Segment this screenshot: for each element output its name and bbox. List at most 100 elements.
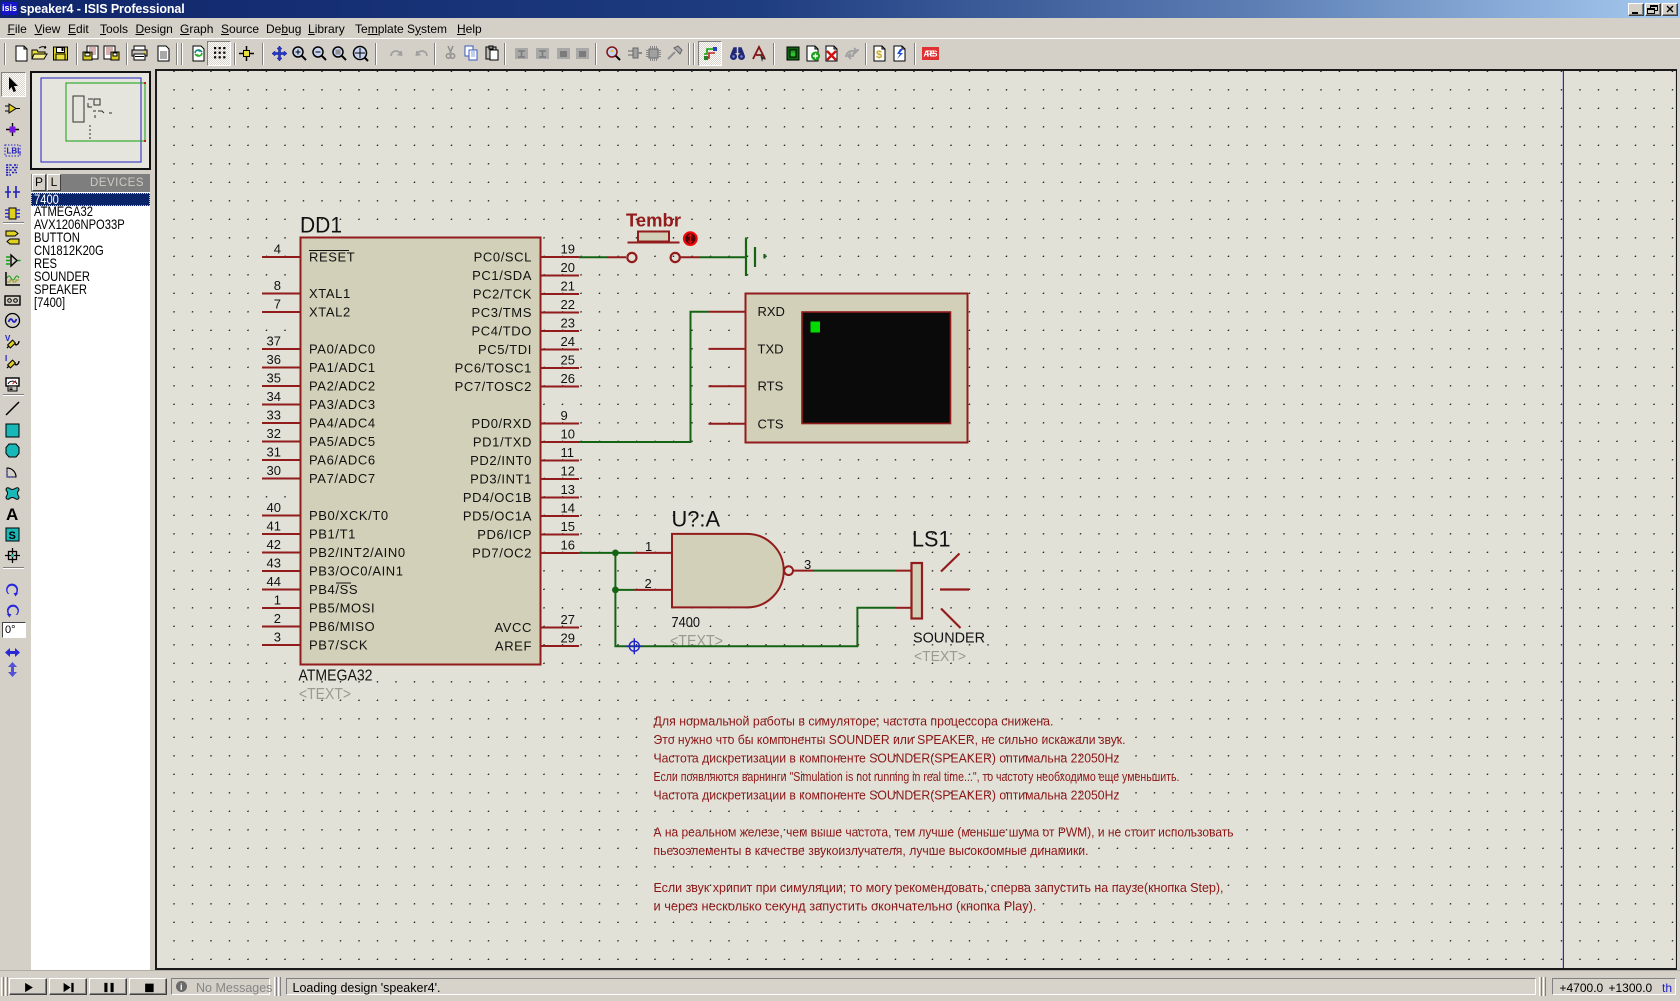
svg-text:PA7/ADC7: PA7/ADC7 <box>309 471 376 486</box>
svg-text:XTAL1: XTAL1 <box>309 286 351 301</box>
svg-text:13: 13 <box>561 482 575 497</box>
svg-text:XTAL2: XTAL2 <box>309 305 351 320</box>
svg-text:пьезоэлементы в качестве звуко: пьезоэлементы в качестве звукоизлучателя… <box>654 843 1089 858</box>
svg-text:PB1/T1: PB1/T1 <box>309 527 356 542</box>
svg-text:40: 40 <box>267 500 281 515</box>
svg-text:PC1/SDA: PC1/SDA <box>472 268 532 283</box>
svg-text:32: 32 <box>267 426 281 441</box>
svg-text:19: 19 <box>561 242 575 257</box>
svg-text:3: 3 <box>274 630 281 645</box>
svg-text:<TEXT>: <TEXT> <box>914 649 966 665</box>
svg-text:PB7/SCK: PB7/SCK <box>309 638 368 653</box>
svg-text:A: A <box>6 505 18 522</box>
svg-text:SOUNDER: SOUNDER <box>913 631 985 647</box>
svg-text:LBL: LBL <box>7 147 22 156</box>
svg-text:PC6/TOSC1: PC6/TOSC1 <box>455 361 532 376</box>
svg-text:PB3/OC0/AIN1: PB3/OC0/AIN1 <box>309 564 404 579</box>
svg-text:U?:A: U?:A <box>672 507 721 532</box>
svg-text:2: 2 <box>645 576 652 591</box>
svg-text:2: 2 <box>274 611 281 626</box>
svg-text:PB5/MOSI: PB5/MOSI <box>309 601 375 616</box>
svg-text:25: 25 <box>561 353 575 368</box>
svg-text:PC3/TMS: PC3/TMS <box>471 305 532 320</box>
svg-text:PA2/ADC2: PA2/ADC2 <box>309 379 376 394</box>
svg-text:PC7/TOSC2: PC7/TOSC2 <box>455 379 532 394</box>
svg-text:RXD: RXD <box>758 304 785 319</box>
svg-text:23: 23 <box>561 316 575 331</box>
svg-text:Частота дискретизации в компон: Частота дискретизации в компоненте SOUND… <box>654 788 1120 803</box>
svg-text:44: 44 <box>267 574 281 589</box>
svg-text:PC2/TCK: PC2/TCK <box>473 287 532 302</box>
svg-text:ARES: ARES <box>924 50 939 59</box>
svg-text:PD0/RXD: PD0/RXD <box>471 416 532 431</box>
svg-text:16: 16 <box>561 538 575 553</box>
svg-text:24: 24 <box>561 334 575 349</box>
svg-text:12: 12 <box>561 464 575 479</box>
svg-text:Если появляются варнинги "Simu: Если появляются варнинги "Simulation is … <box>654 769 1180 784</box>
svg-text:Это нужно что бы компоненты SO: Это нужно что бы компоненты SOUNDER или … <box>654 732 1126 747</box>
svg-text:и через несколько секунд запус: и через несколько секунд запустить оконч… <box>654 899 1037 914</box>
svg-text:22: 22 <box>561 297 575 312</box>
svg-text:11: 11 <box>561 445 575 460</box>
svg-text:RTS: RTS <box>758 379 784 394</box>
svg-text:26: 26 <box>561 371 575 386</box>
svg-text:20: 20 <box>561 260 575 275</box>
svg-text:Tembr: Tembr <box>626 209 681 230</box>
svg-text:Если звук хрипит при симуляции: Если звук хрипит при симуляции; то могу … <box>654 880 1224 895</box>
svg-text:PA3/ADC3: PA3/ADC3 <box>309 397 376 412</box>
svg-text:31: 31 <box>267 445 281 460</box>
svg-text:А на реальном железе, чем выше: А на реальном железе, чем выше частота, … <box>654 825 1234 840</box>
svg-text:PD3/INT1: PD3/INT1 <box>470 472 532 487</box>
svg-text:Частота дискретизации в компон: Частота дискретизации в компоненте SOUND… <box>654 751 1120 766</box>
svg-text:PA4/ADC4: PA4/ADC4 <box>309 416 376 431</box>
svg-text:PC5/TDI: PC5/TDI <box>478 342 532 357</box>
svg-text:14: 14 <box>561 501 575 516</box>
svg-text:I: I <box>5 354 7 363</box>
svg-text:PD4/OC1B: PD4/OC1B <box>463 490 532 505</box>
svg-text:TXD: TXD <box>758 341 784 356</box>
svg-text:V: V <box>5 334 11 343</box>
svg-text:43: 43 <box>267 556 281 571</box>
svg-text:PD2/INT0: PD2/INT0 <box>470 453 532 468</box>
svg-text:PA5/ADC5: PA5/ADC5 <box>309 434 376 449</box>
svg-text:7: 7 <box>274 297 281 312</box>
svg-text:<TEXT>: <TEXT> <box>299 686 351 703</box>
svg-text:21: 21 <box>561 279 575 294</box>
svg-text:PA1/ADC1: PA1/ADC1 <box>309 360 376 375</box>
svg-text:29: 29 <box>561 631 575 646</box>
svg-text:PB0/XCK/T0: PB0/XCK/T0 <box>309 508 389 523</box>
svg-text:37: 37 <box>267 334 281 349</box>
svg-text:15: 15 <box>561 519 575 534</box>
svg-text:PD5/OC1A: PD5/OC1A <box>463 509 532 524</box>
svg-text:3: 3 <box>804 557 811 572</box>
svg-text:4: 4 <box>274 242 281 257</box>
svg-text:27: 27 <box>561 612 575 627</box>
svg-text:PB4/SS: PB4/SS <box>309 582 358 597</box>
svg-text:34: 34 <box>267 389 281 404</box>
svg-text:36: 36 <box>267 352 281 367</box>
svg-text:RESET: RESET <box>309 250 355 265</box>
svg-text:33: 33 <box>267 408 281 423</box>
svg-text:AVCC: AVCC <box>494 620 532 635</box>
svg-text:$: $ <box>876 49 882 61</box>
svg-text:8: 8 <box>274 278 281 293</box>
svg-text:Для нормальной работы в симуля: Для нормальной работы в симуляторе; част… <box>654 714 1054 729</box>
svg-text:42: 42 <box>267 537 281 552</box>
svg-text:10: 10 <box>561 427 575 442</box>
svg-text:i: i <box>180 982 183 992</box>
svg-text:AREF: AREF <box>495 639 532 654</box>
svg-text:1: 1 <box>645 539 652 554</box>
svg-text:35: 35 <box>267 371 281 386</box>
svg-text:LS1: LS1 <box>912 527 951 552</box>
svg-text:PD6/ICP: PD6/ICP <box>477 527 532 542</box>
svg-text:PD7/OC2: PD7/OC2 <box>472 546 532 561</box>
svg-text:PA0/ADC0: PA0/ADC0 <box>309 342 376 357</box>
svg-text:PA6/ADC6: PA6/ADC6 <box>309 453 376 468</box>
svg-text:ATMEGA32: ATMEGA32 <box>299 667 373 684</box>
svg-text:DD1: DD1 <box>300 212 342 237</box>
svg-text:PC4/TDO: PC4/TDO <box>471 324 532 339</box>
svg-text:7400: 7400 <box>672 614 701 631</box>
svg-text:30: 30 <box>267 463 281 478</box>
svg-text:1: 1 <box>274 593 281 608</box>
svg-text:S: S <box>9 530 16 542</box>
